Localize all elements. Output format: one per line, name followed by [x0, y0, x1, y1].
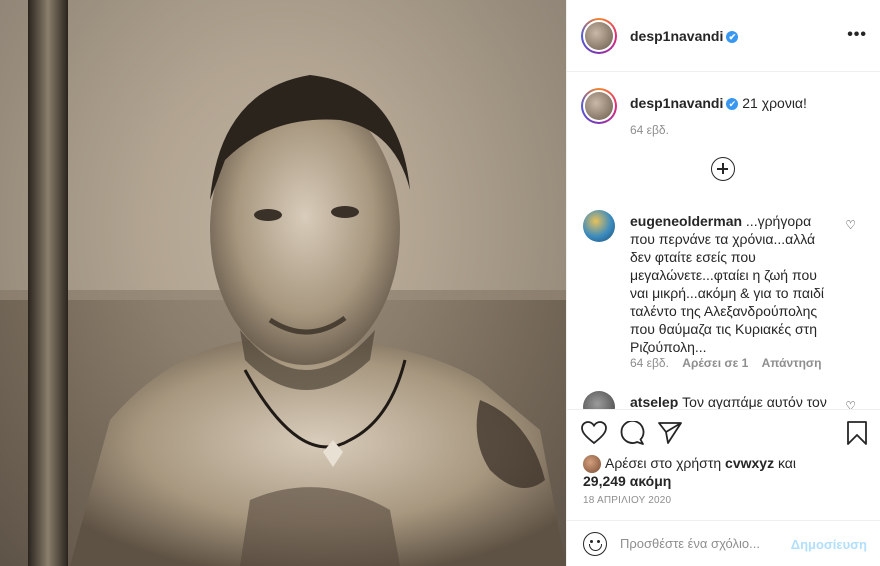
author-username-header[interactable]: desp1navandi ✔: [630, 28, 739, 44]
comment-timestamp[interactable]: 64 εβδ.: [630, 356, 669, 370]
likes-count[interactable]: 29,249 ακόμη: [583, 473, 671, 489]
like-heart-icon[interactable]: [581, 421, 607, 445]
post-photo[interactable]: [0, 0, 566, 566]
comment-bubble-icon[interactable]: [619, 421, 645, 445]
like-comment-heart-icon[interactable]: ♡: [845, 218, 856, 232]
comment-likes-count[interactable]: Αρέσει σε 1: [682, 356, 748, 370]
post-comment-button[interactable]: Δημοσίευση: [791, 537, 867, 552]
comment-text: Τον αγαπάμε αυτόν τον: [682, 394, 827, 410]
likes-joiner-text: και: [777, 455, 797, 471]
post-caption: desp1navandi ✔ 21 χρονια!: [630, 95, 807, 111]
post-header: desp1navandi ✔ •••: [567, 0, 880, 72]
reply-button[interactable]: Απάντηση: [762, 356, 822, 370]
comment-username[interactable]: atselep: [630, 394, 678, 410]
load-more-comments-icon[interactable]: [711, 157, 735, 181]
add-comment-bar: Δημοσίευση: [567, 520, 880, 566]
author-avatar[interactable]: [581, 18, 617, 54]
likes-prefix-text: Αρέσει στο χρήστη: [605, 455, 722, 471]
caption-author-avatar[interactable]: [581, 88, 617, 124]
comment-meta: 64 εβδ. Αρέσει σε 1 Απάντηση: [630, 356, 831, 370]
caption-author-name[interactable]: desp1navandi: [630, 95, 723, 111]
liker-username[interactable]: cvwxyz: [725, 455, 774, 471]
comment-text: ...γρήγορα που περνάνε τα χρόνια...αλλά …: [630, 213, 825, 355]
verified-badge-icon: ✔: [726, 98, 739, 111]
comment-username[interactable]: eugeneolderman: [630, 213, 742, 229]
comment-item: eugeneolderman ...γρήγορα που περνάνε τα…: [630, 212, 838, 356]
comment-avatar[interactable]: [583, 210, 615, 242]
verified-badge-icon: ✔: [726, 31, 739, 44]
more-options-icon[interactable]: •••: [847, 26, 867, 44]
caption-timestamp[interactable]: 64 εβδ.: [630, 123, 669, 137]
caption-text: 21 χρονια!: [742, 95, 807, 111]
comment-input[interactable]: [620, 536, 795, 551]
post-actions-section: Αρέσει στο χρήστη cvwxyz και 29,249 ακόμ…: [567, 409, 880, 566]
post-side-panel: desp1navandi ✔ ••• desp1navandi ✔ 21 χρονι…: [566, 0, 880, 566]
likes-summary: Αρέσει στο χρήστη cvwxyz και 29,249 ακόμ…: [583, 455, 796, 489]
save-bookmark-icon[interactable]: [846, 421, 868, 445]
author-name[interactable]: desp1navandi: [630, 28, 723, 44]
post-date[interactable]: 18 ΑΠΡΙΛΙΟΥ 2020: [583, 495, 671, 506]
liker-avatar[interactable]: [583, 455, 601, 474]
post-photo-illustration: [0, 0, 566, 566]
emoji-smile-icon[interactable]: [583, 532, 607, 556]
share-paper-plane-icon[interactable]: [657, 421, 683, 445]
